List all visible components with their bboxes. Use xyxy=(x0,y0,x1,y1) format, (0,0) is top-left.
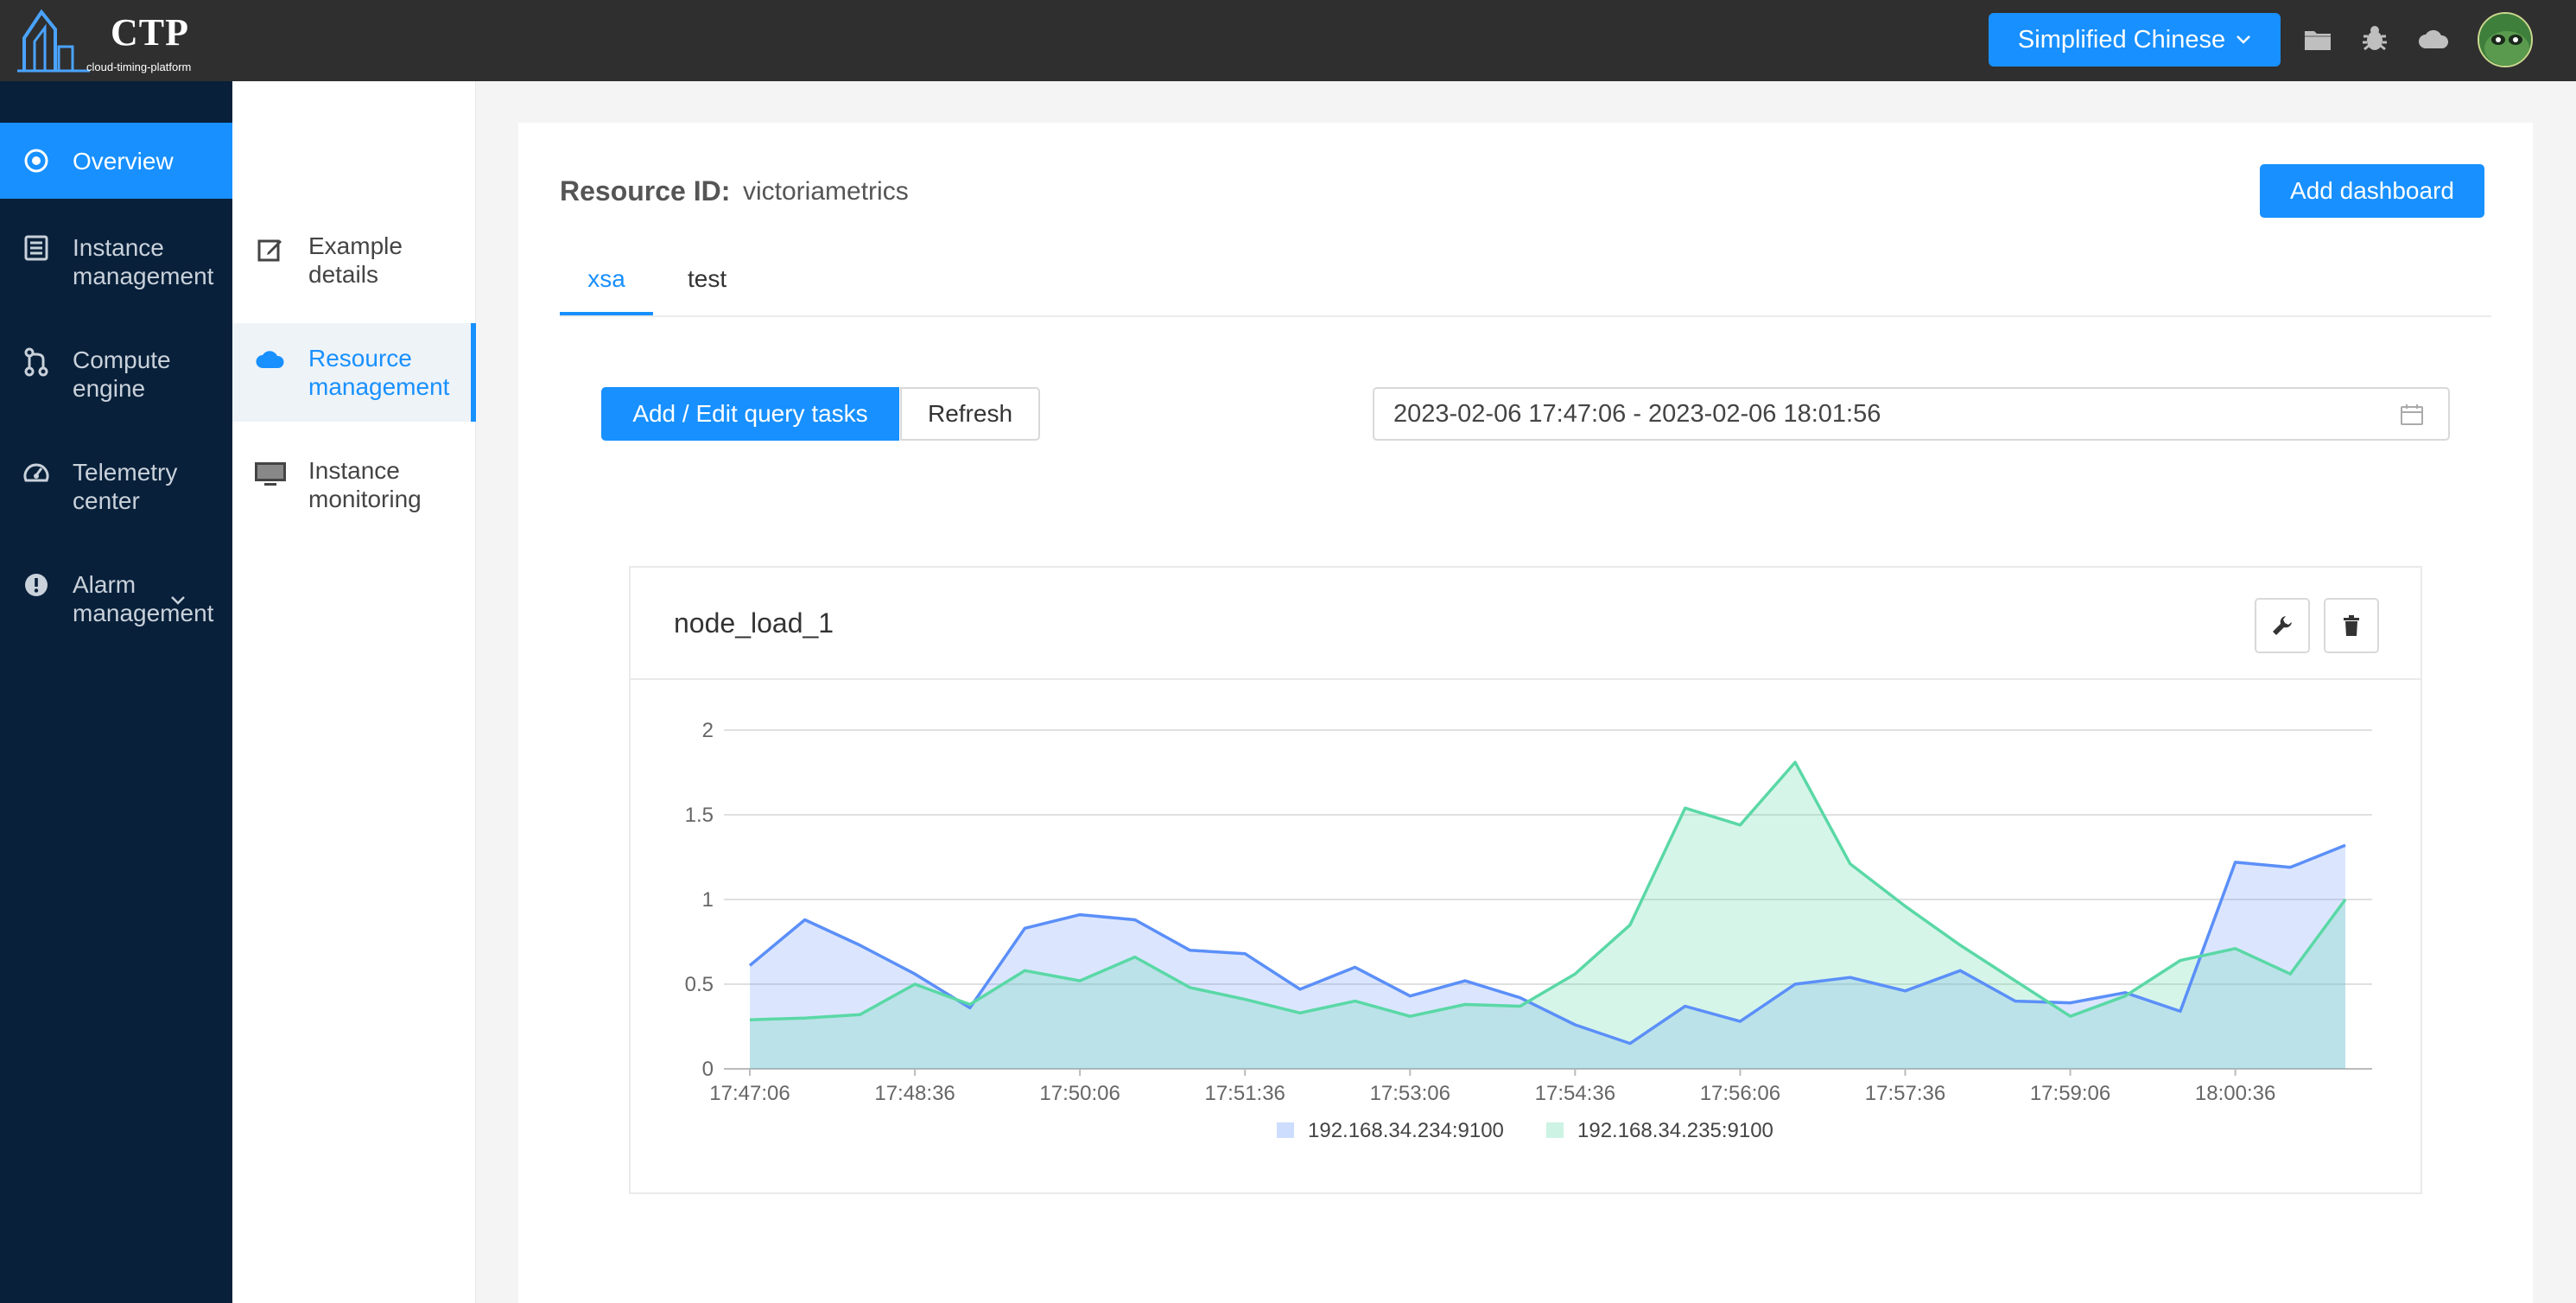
language-select-button[interactable]: Simplified Chinese xyxy=(1989,13,2281,67)
subnav-item-resource-management[interactable]: Resource management xyxy=(232,323,476,422)
date-range-picker[interactable]: 2023-02-06 17:47:06 - 2023-02-06 18:01:5… xyxy=(1373,387,2450,441)
tab-test[interactable]: test xyxy=(688,265,726,315)
resource-id-value: victoriametrics xyxy=(743,177,909,206)
x-tick-label: 17:51:36 xyxy=(1204,1082,1285,1105)
tab-bar: xsa test xyxy=(560,246,2491,317)
branch-icon xyxy=(0,346,73,377)
sidebar-item-label: Telemetry center xyxy=(73,459,178,514)
sidebar-item-compute-engine[interactable]: Compute engine xyxy=(0,346,232,403)
date-range-value: 2023-02-06 17:47:06 - 2023-02-06 18:01:5… xyxy=(1393,399,1881,428)
legend-swatch xyxy=(1277,1122,1294,1138)
cloud-icon[interactable] xyxy=(2417,22,2450,55)
y-tick-label: 1 xyxy=(702,888,714,912)
legend-swatch xyxy=(1546,1122,1564,1138)
subnav-item-label: Resource management xyxy=(308,345,450,400)
chart-panel: node_load_1 17:47:06 17:48:36 17:50:06 17:5… xyxy=(629,566,2422,1194)
subnav-item-example-details[interactable]: Example details xyxy=(232,211,476,309)
x-tick-label: 18:00:36 xyxy=(2195,1082,2275,1105)
logo[interactable]: CTP cloud-timing-platform xyxy=(16,3,206,76)
chevron-down-icon xyxy=(2237,35,2250,44)
x-tick-label: 17:56:06 xyxy=(1700,1082,1780,1105)
sidebar-item-label: Compute engine xyxy=(73,346,171,402)
secondary-sidebar: Example details Resource management Inst… xyxy=(232,81,476,1303)
target-icon xyxy=(0,148,73,174)
sidebar-item-telemetry-center[interactable]: Telemetry center xyxy=(0,458,232,515)
legend-label: 192.168.34.235:9100 xyxy=(1577,1119,1773,1142)
legend-item-1[interactable]: 192.168.34.234:9100 xyxy=(1277,1119,1504,1142)
sidebar-item-overview[interactable]: Overview xyxy=(0,123,232,199)
x-tick-label: 17:57:36 xyxy=(1865,1082,1945,1105)
x-tick-label: 17:53:06 xyxy=(1370,1082,1450,1105)
series-area-2 xyxy=(750,762,2345,1069)
y-tick-label: 0.5 xyxy=(685,973,714,996)
sidebar-item-instance-management[interactable]: Instance management xyxy=(0,233,225,290)
x-tick-label: 17:59:06 xyxy=(2030,1082,2110,1105)
legend-label: 192.168.34.234:9100 xyxy=(1308,1119,1504,1142)
bug-icon[interactable] xyxy=(2358,22,2391,55)
subnav-item-instance-monitoring[interactable]: Instance monitoring xyxy=(232,435,476,534)
legend-item-2[interactable]: 192.168.34.235:9100 xyxy=(1546,1119,1773,1142)
subnav-item-label: Instance monitoring xyxy=(308,457,422,512)
tab-xsa[interactable]: xsa xyxy=(560,265,653,315)
top-header: CTP cloud-timing-platform Simplified Chi… xyxy=(0,0,2576,81)
chevron-down-icon[interactable] xyxy=(169,594,187,607)
y-tick-label: 2 xyxy=(702,719,714,742)
edit-icon xyxy=(232,211,308,263)
add-edit-query-tasks-button[interactable]: Add / Edit query tasks xyxy=(601,387,899,441)
logo-mark-icon xyxy=(17,9,90,73)
y-tick-label: 0 xyxy=(702,1058,714,1081)
alert-icon xyxy=(0,570,73,598)
sidebar-item-label: Instance management xyxy=(73,234,214,289)
line-area-chart: 17:47:06 17:48:36 17:50:06 17:51:36 17:53:06… xyxy=(685,719,2372,1142)
sidebar-item-label: Alarm management xyxy=(73,571,214,626)
sidebar-item-alarm-management[interactable]: Alarm management xyxy=(0,570,232,627)
dashboard-icon xyxy=(0,458,73,486)
logo-title: CTP xyxy=(111,11,189,54)
user-avatar[interactable] xyxy=(2478,12,2533,67)
monitor-icon xyxy=(232,435,308,487)
resource-id-label: Resource ID: xyxy=(560,175,731,207)
logo-subtitle: cloud-timing-platform xyxy=(86,60,192,73)
language-label: Simplified Chinese xyxy=(2017,25,2226,54)
sidebar-item-label: Overview xyxy=(73,147,174,175)
x-tick-label: 17:47:06 xyxy=(709,1082,790,1105)
add-dashboard-button[interactable]: Add dashboard xyxy=(2260,164,2484,218)
list-icon xyxy=(0,233,73,261)
x-tick-label: 17:48:36 xyxy=(874,1082,955,1105)
subnav-item-label: Example details xyxy=(308,232,403,288)
y-tick-label: 1.5 xyxy=(685,804,714,827)
folder-icon[interactable] xyxy=(2301,22,2334,55)
calendar-icon xyxy=(2401,404,2423,425)
x-tick-label: 17:54:36 xyxy=(1535,1082,1615,1105)
main-sidebar: Overview Instance management Compute eng… xyxy=(0,81,232,1303)
x-tick-label: 17:50:06 xyxy=(1039,1082,1120,1105)
refresh-button[interactable]: Refresh xyxy=(900,387,1040,441)
cloud-icon xyxy=(232,323,308,370)
